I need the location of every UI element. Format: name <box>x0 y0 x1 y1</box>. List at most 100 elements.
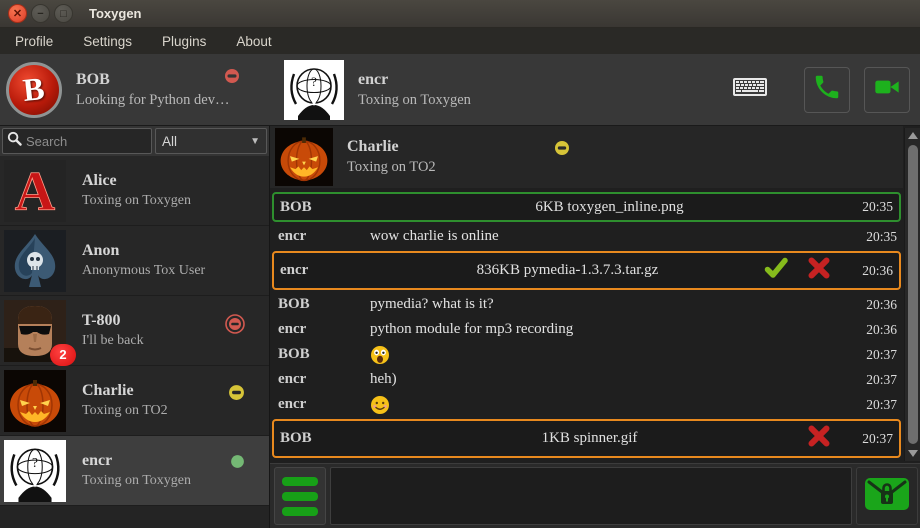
video-call-button[interactable] <box>864 67 910 113</box>
message-time: 20:37 <box>851 347 897 363</box>
file-transfer-label: 6KB toxygen_inline.png <box>372 199 847 216</box>
contact-row-anon[interactable]: Anon Anonymous Tox User <box>0 226 269 296</box>
messages-scrollbar[interactable] <box>904 128 920 461</box>
message-time: 20:37 <box>847 431 893 447</box>
contacts-sidebar: All ▼ A Alice Toxing on Toxygen <box>0 126 270 528</box>
svg-text:A: A <box>15 161 56 222</box>
typing-keyboard-icon <box>732 75 768 104</box>
contact-row-alice[interactable]: A Alice Toxing on Toxygen <box>0 156 269 226</box>
contact-row-charlie[interactable]: Charlie Toxing on TO2 <box>0 366 269 436</box>
message-text: heh) <box>370 371 851 388</box>
message-row: encr python module for mp3 recording 20:… <box>270 317 903 342</box>
t800-avatar: 2 <box>4 300 66 362</box>
message-row: BOB pymedia? what is it? 20:36 <box>270 292 903 317</box>
phone-icon <box>812 72 842 107</box>
contact-list: A Alice Toxing on Toxygen Anon Anonymous… <box>0 156 269 528</box>
message-sender: BOB <box>280 199 372 216</box>
self-status-message: Looking for Python dev… <box>76 92 229 109</box>
chat-peer-card: Charlie Toxing on TO2 <box>270 126 903 188</box>
message-time: 20:36 <box>851 297 897 313</box>
scrollbar-thumb[interactable] <box>908 145 918 444</box>
active-contact-avatar: ? <box>284 60 344 120</box>
message-sender: encr <box>278 396 370 413</box>
message-row: encr wow charlie is online 20:35 <box>270 224 903 249</box>
active-contact-name: encr <box>358 71 471 89</box>
encr-avatar: ? <box>4 440 66 502</box>
contact-name: T-800 <box>82 312 144 330</box>
message-sender: BOB <box>280 430 372 447</box>
message-text: python module for mp3 recording <box>370 321 851 338</box>
message-row: encr 20:37 <box>270 392 903 417</box>
audio-call-button[interactable] <box>804 67 850 113</box>
message-input-row <box>270 464 920 528</box>
contact-name: Alice <box>82 172 191 190</box>
charlie-avatar <box>4 370 66 432</box>
away-status-icon <box>554 140 570 161</box>
menu-about[interactable]: About <box>221 28 286 54</box>
chevron-down-icon: ▼ <box>250 136 260 147</box>
contact-row-t800[interactable]: 2 T-800 I'll be back <box>0 296 269 366</box>
active-contact-status-message: Toxing on Toxygen <box>358 92 471 109</box>
busy-status-icon[interactable] <box>224 68 240 89</box>
decline-transfer-button[interactable] <box>807 256 831 285</box>
contact-status-message: Anonymous Tox User <box>82 263 205 279</box>
message-area: Charlie Toxing on TO2 BOB 6KB toxygen_in… <box>270 126 920 464</box>
shocked-face-emoji <box>370 345 390 365</box>
message-time: 20:35 <box>847 199 893 215</box>
minimize-button[interactable]: − <box>31 4 50 23</box>
menu-plugins[interactable]: Plugins <box>147 28 221 54</box>
accept-transfer-button[interactable] <box>763 256 789 285</box>
scroll-up-arrow[interactable] <box>908 132 918 139</box>
message-row: encr heh) 20:37 <box>270 367 903 392</box>
close-button[interactable]: ✕ <box>8 4 27 23</box>
online-status-icon <box>230 454 245 474</box>
message-time: 20:36 <box>847 263 893 279</box>
message-time: 20:36 <box>851 322 897 338</box>
message-sender: encr <box>278 321 370 338</box>
filter-value: All <box>162 134 177 149</box>
scroll-down-arrow[interactable] <box>908 450 918 457</box>
unread-count-badge: 2 <box>50 344 76 366</box>
hamburger-icon <box>282 477 318 486</box>
maximize-button[interactable]: □ <box>54 4 73 23</box>
busy-status-icon <box>225 314 245 339</box>
contact-name: Anon <box>82 242 205 260</box>
send-message-button[interactable] <box>856 467 918 525</box>
message-sender: encr <box>278 371 370 388</box>
video-camera-icon <box>871 73 903 106</box>
file-transfer-active: BOB 1KB spinner.gif 20:37 <box>272 419 901 458</box>
message-sender: encr <box>280 262 372 279</box>
chat-peer-name: Charlie <box>347 138 436 156</box>
attachments-menu-button[interactable] <box>274 467 326 525</box>
smiling-face-emoji <box>370 395 390 415</box>
contact-name: Charlie <box>82 382 168 400</box>
title-bar: ✕ − □ Toxygen <box>0 0 920 28</box>
chat-peer-avatar <box>275 128 333 186</box>
menu-profile[interactable]: Profile <box>0 28 68 54</box>
self-profile[interactable]: B BOB Looking for Python dev… <box>0 54 270 125</box>
encrypted-envelope-icon <box>862 474 912 519</box>
message-sender: encr <box>278 228 370 245</box>
contact-status-message: I'll be back <box>82 333 144 349</box>
contact-name: encr <box>82 452 191 470</box>
file-transfer-finished: BOB 6KB toxygen_inline.png 20:35 <box>272 192 901 222</box>
anon-avatar <box>4 230 66 292</box>
message-time: 20:35 <box>851 229 897 245</box>
search-box[interactable] <box>2 128 152 154</box>
contact-row-encr[interactable]: ? encr Toxing on Toxygen <box>0 436 269 506</box>
menu-bar: Profile Settings Plugins About <box>0 28 920 54</box>
self-avatar[interactable]: B <box>6 62 62 118</box>
search-input[interactable] <box>26 134 147 149</box>
contact-filter-dropdown[interactable]: All ▼ <box>155 128 267 154</box>
alice-avatar: A <box>4 160 66 222</box>
search-icon <box>7 131 22 151</box>
message-text <box>370 345 851 365</box>
svg-text:?: ? <box>311 74 317 89</box>
toxygen-window: ✕ − □ Toxygen Profile Settings Plugins A… <box>0 0 920 528</box>
message-sender: BOB <box>278 296 370 313</box>
menu-settings[interactable]: Settings <box>68 28 147 54</box>
cancel-transfer-button[interactable] <box>807 424 831 453</box>
message-input[interactable] <box>330 467 852 525</box>
active-contact-header: ? encr Toxing on Toxygen <box>270 54 732 125</box>
message-text <box>370 395 851 415</box>
